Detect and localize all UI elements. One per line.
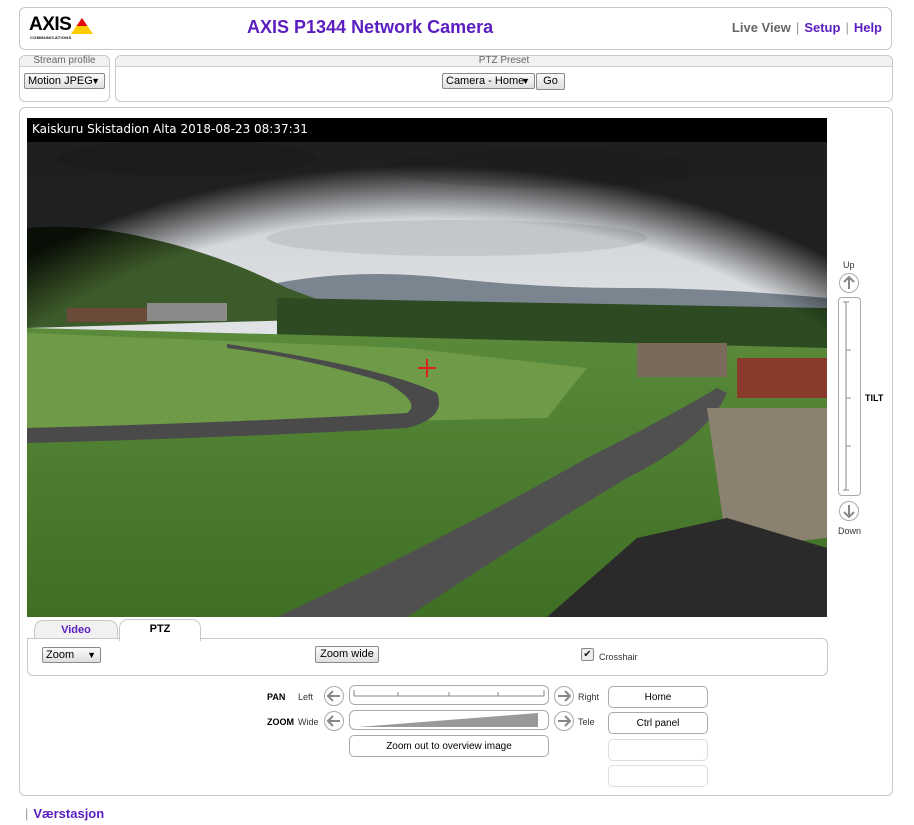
top-navigation: Live View | Setup | Help	[732, 20, 882, 35]
dropdown-arrow-icon: ▼	[87, 650, 96, 660]
tilt-down-label: Down	[838, 526, 862, 536]
dropdown-arrow-icon: ▼	[521, 76, 530, 86]
pan-slider[interactable]	[349, 685, 549, 705]
page-title: AXIS P1344 Network Camera	[247, 17, 494, 37]
tilt-down-button[interactable]	[839, 501, 859, 521]
dropdown-arrow-icon: ▼	[91, 76, 100, 86]
pan-right-label: Right	[578, 692, 600, 702]
ptz-preset-box: PTZ Preset Camera - Home ▼ Go	[115, 55, 893, 102]
zoom-in-button[interactable]	[554, 711, 574, 731]
pan-left-label: Left	[298, 692, 314, 702]
footer-separator: |	[25, 806, 29, 821]
zoom-slider-wedge	[358, 713, 538, 727]
arrow-right-icon	[558, 715, 572, 727]
ptz-preset-go-button[interactable]: Go	[536, 73, 565, 90]
tilt-up-button[interactable]	[839, 273, 859, 293]
live-video-stream[interactable]: Kaiskuru Skistadion Alta 2018-08-23 08:3…	[27, 118, 827, 617]
footer-link-weather-station[interactable]: Værstasjon	[33, 806, 104, 821]
ptz-mode-select[interactable]: Zoom ▼	[42, 647, 101, 663]
ptz-tab-panel: Zoom ▼ Zoom wide ✔ Crosshair	[27, 638, 828, 676]
pan-right-button[interactable]	[554, 686, 574, 706]
crosshair-icon	[418, 359, 436, 377]
nav-setup[interactable]: Setup	[804, 20, 840, 35]
home-button[interactable]: Home	[608, 686, 708, 708]
empty-button-slot	[608, 765, 708, 787]
ptz-preset-select[interactable]: Camera - Home ▼	[442, 73, 535, 89]
stream-profile-value: Motion JPEG	[28, 75, 93, 87]
arrow-right-icon	[558, 690, 572, 702]
tilt-slider-ticks	[843, 301, 851, 491]
tab-video[interactable]: Video	[34, 620, 118, 640]
crosshair-checkbox[interactable]: ✔	[581, 648, 594, 661]
zoom-wide-button[interactable]: Zoom wide	[315, 646, 379, 663]
pan-slider-ticks	[353, 690, 545, 697]
stream-profile-select[interactable]: Motion JPEG ▼	[24, 73, 105, 89]
footer-links: | Værstasjon	[25, 806, 104, 821]
empty-button-slot	[608, 739, 708, 761]
logo-subtext: COMMUNICATIONS	[30, 35, 72, 40]
stream-profile-box: Stream profile Motion JPEG ▼	[19, 55, 110, 102]
logo-text: AXIS	[29, 14, 72, 35]
tab-ptz[interactable]: PTZ	[119, 619, 201, 641]
tilt-slider-track[interactable]	[838, 297, 861, 496]
zoom-label: ZOOM	[267, 717, 294, 727]
ptz-preset-value: Camera - Home	[446, 75, 525, 87]
arrow-down-icon	[843, 505, 855, 519]
tilt-axis-label: TILT	[865, 393, 884, 403]
zoom-out-button[interactable]	[324, 711, 344, 731]
arrow-left-icon	[326, 690, 340, 702]
zoom-wide-label: Wide	[298, 717, 319, 727]
nav-separator: |	[795, 20, 800, 35]
logo-triangle-icon	[71, 18, 93, 34]
tilt-up-label: Up	[843, 260, 855, 270]
nav-live-view[interactable]: Live View	[732, 20, 791, 35]
nav-separator: |	[845, 20, 849, 35]
arrow-left-icon	[326, 715, 340, 727]
zoom-slider[interactable]	[349, 710, 549, 730]
pan-left-button[interactable]	[324, 686, 344, 706]
crosshair-label: Crosshair	[599, 652, 638, 662]
axis-logo[interactable]: AXIS COMMUNICATIONS	[29, 15, 93, 43]
stream-profile-label: Stream profile	[20, 56, 109, 67]
video-timestamp-caption: Kaiskuru Skistadion Alta 2018-08-23 08:3…	[32, 122, 308, 136]
zoom-overview-button[interactable]: Zoom out to overview image	[349, 735, 549, 757]
ptz-preset-label: PTZ Preset	[116, 56, 892, 67]
ptz-mode-value: Zoom	[46, 649, 75, 661]
pan-label: PAN	[267, 692, 286, 702]
header-bar: AXIS COMMUNICATIONS AXIS P1344 Network C…	[19, 7, 892, 50]
ctrl-panel-button[interactable]: Ctrl panel	[608, 712, 708, 734]
nav-help[interactable]: Help	[854, 20, 882, 35]
arrow-up-icon	[843, 275, 855, 289]
zoom-tele-label: Tele	[578, 717, 595, 727]
